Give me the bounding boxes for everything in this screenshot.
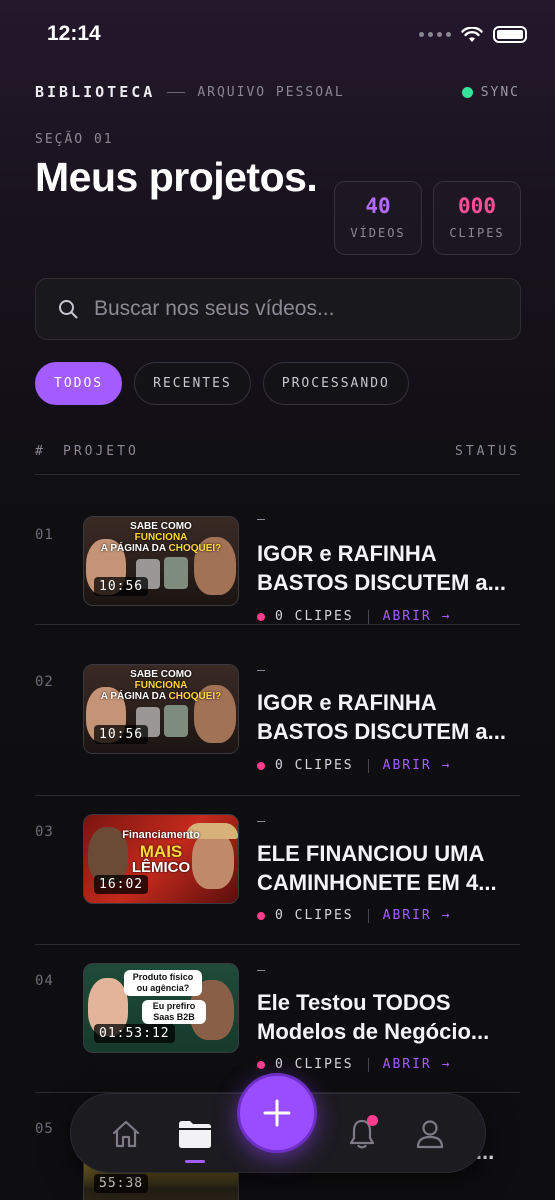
- sync-status[interactable]: SYNC: [461, 84, 520, 100]
- section-label: SEÇÃO 01: [35, 132, 114, 147]
- status-dot-icon: [257, 612, 265, 621]
- video-thumbnail[interactable]: SABE COMO FUNCIONA A PÁGINA DA CHOQUEI? 10…: [83, 664, 239, 754]
- project-title[interactable]: IGOR e RAFINHA BASTOS DISCUTEM a...: [257, 688, 523, 746]
- add-project-button[interactable]: [237, 1073, 317, 1153]
- column-num: #: [35, 444, 46, 459]
- row-number: 02: [35, 674, 54, 690]
- status-icons: [419, 26, 527, 43]
- video-duration: 10:56: [94, 577, 149, 596]
- battery-icon: [493, 26, 527, 43]
- project-title[interactable]: ELE FINANCIOU UMA CAMINHONETE EM 4...: [257, 839, 523, 897]
- video-duration: 55:38: [94, 1174, 149, 1193]
- project-title[interactable]: IGOR e RAFINHA BASTOS DISCUTEM a...: [257, 539, 523, 597]
- videos-label: VÍDEOS: [350, 226, 406, 240]
- row-number: 04: [35, 973, 54, 989]
- library-header: BIBLIOTECA ARQUIVO PESSOAL SYNC: [35, 82, 520, 102]
- column-status: STATUS: [455, 444, 520, 459]
- page-title: Meus projetos.: [35, 154, 318, 200]
- thumbnail-text: SABE COMO FUNCIONA A PÁGINA DA CHOQUEI?: [100, 521, 222, 554]
- open-button[interactable]: ABRIR →: [383, 908, 452, 923]
- video-duration: 16:02: [94, 875, 149, 894]
- clips-count: 000: [458, 194, 496, 218]
- project-meta: 0 CLIPES ABRIR →: [257, 609, 451, 624]
- user-icon: [416, 1120, 444, 1149]
- nav-profile[interactable]: [410, 1114, 450, 1154]
- thumbnail-bubble: Eu prefiro Saas B2B: [142, 1000, 206, 1024]
- meta-divider: [367, 1057, 369, 1072]
- sync-label: SYNC: [480, 84, 520, 100]
- meta-divider: [367, 758, 369, 773]
- row-dash: [257, 519, 265, 520]
- home-icon: [112, 1120, 140, 1148]
- video-duration: 01:53:12: [94, 1024, 175, 1043]
- videos-stat: 40 VÍDEOS: [334, 181, 422, 255]
- filter-recentes[interactable]: RECENTES: [134, 362, 251, 405]
- nav-home[interactable]: [106, 1114, 146, 1154]
- project-row[interactable]: 02 SABE COMO FUNCIONA A PÁGINA DA CHOQUEI?…: [35, 625, 520, 796]
- nav-notifications[interactable]: [342, 1114, 382, 1154]
- status-dot-icon: [257, 761, 265, 770]
- status-dot-icon: [257, 911, 265, 920]
- row-number: 05: [35, 1121, 54, 1137]
- filter-processando[interactable]: PROCESSANDO: [262, 362, 409, 405]
- signal-icon: [419, 32, 451, 37]
- row-dash: [257, 821, 265, 822]
- status-bar: 12:14: [0, 0, 555, 70]
- table-header: # PROJETO STATUS: [35, 444, 520, 462]
- project-meta: 0 CLIPES ABRIR →: [257, 758, 451, 773]
- search-bar[interactable]: [35, 278, 521, 340]
- project-row[interactable]: 03 Financiamento MAIS LÊMICO 16:02 ELE FIN…: [35, 796, 520, 945]
- project-meta: 0 CLIPES ABRIR →: [257, 908, 451, 923]
- filter-todos[interactable]: TODOS: [35, 362, 123, 405]
- open-button[interactable]: ABRIR →: [383, 609, 452, 624]
- open-button[interactable]: ABRIR →: [383, 1057, 452, 1072]
- brand-label: BIBLIOTECA: [35, 83, 156, 101]
- clips-count-label: 0 CLIPES: [275, 1057, 354, 1072]
- meta-divider: [367, 609, 369, 624]
- video-thumbnail[interactable]: Financiamento MAIS LÊMICO 16:02: [83, 814, 239, 904]
- status-dot-icon: [257, 1060, 265, 1069]
- project-title[interactable]: Ele Testou TODOS Modelos de Negócio...: [257, 988, 523, 1046]
- search-icon: [59, 300, 78, 319]
- thumbnail-bubble: Produto físico ou agência?: [124, 970, 202, 996]
- clips-count-label: 0 CLIPES: [275, 609, 354, 624]
- plus-icon: [263, 1099, 291, 1127]
- row-number: 01: [35, 527, 54, 543]
- clips-count-label: 0 CLIPES: [275, 758, 354, 773]
- clips-stat: 000 CLIPES: [433, 181, 521, 255]
- sync-dot-icon: [461, 86, 473, 98]
- search-input[interactable]: [94, 297, 474, 321]
- clips-count-label: 0 CLIPES: [275, 908, 354, 923]
- row-number: 03: [35, 824, 54, 840]
- video-duration: 10:56: [94, 725, 149, 744]
- active-tab-indicator: [185, 1160, 205, 1163]
- meta-divider: [367, 908, 369, 923]
- nav-library[interactable]: [175, 1114, 215, 1154]
- videos-count: 40: [365, 194, 391, 218]
- row-dash: [257, 970, 265, 971]
- notification-badge: [367, 1115, 378, 1126]
- open-button[interactable]: ABRIR →: [383, 758, 452, 773]
- status-time: 12:14: [47, 22, 101, 45]
- project-row[interactable]: 04 Produto físico ou agência? Eu prefiro S…: [35, 945, 520, 1093]
- clips-label: CLIPES: [449, 226, 505, 240]
- divider: [167, 91, 186, 93]
- project-row[interactable]: 01 SABE COMO FUNCIONA A PÁGINA DA CHOQUEI?…: [35, 475, 520, 625]
- project-meta: 0 CLIPES ABRIR →: [257, 1057, 451, 1072]
- video-thumbnail[interactable]: SABE COMO FUNCIONA A PÁGINA DA CHOQUEI? 10…: [83, 516, 239, 606]
- row-dash: [257, 670, 265, 671]
- thumbnail-text: SABE COMO FUNCIONA A PÁGINA DA CHOQUEI?: [100, 669, 222, 702]
- column-project: PROJETO: [63, 444, 139, 459]
- video-thumbnail[interactable]: Produto físico ou agência? Eu prefiro Saas…: [83, 963, 239, 1053]
- thumbnail-text: Financiamento MAIS LÊMICO: [122, 829, 200, 876]
- folder-icon: [179, 1121, 211, 1148]
- subtitle-label: ARQUIVO PESSOAL: [197, 84, 345, 100]
- wifi-icon: [461, 26, 483, 42]
- filter-chips: TODOS RECENTES PROCESSANDO: [35, 362, 409, 405]
